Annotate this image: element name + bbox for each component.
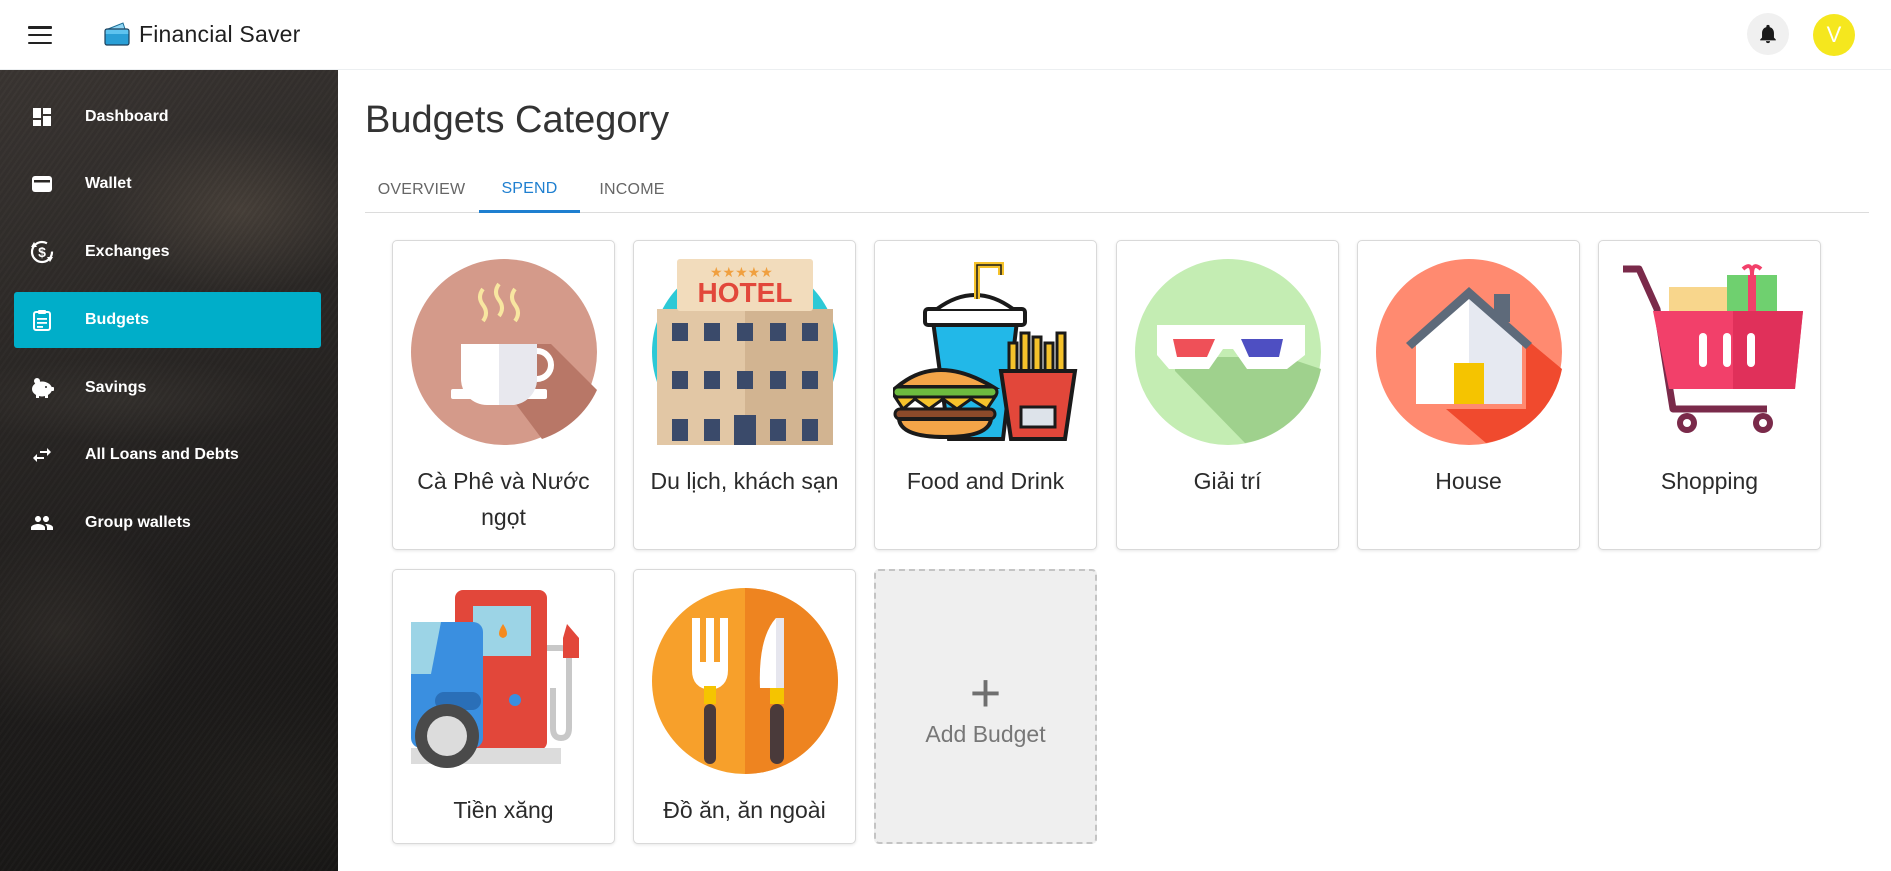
shopping-cart-icon [1623, 264, 1803, 433]
sidebar-item-label: Group wallets [85, 514, 191, 531]
sidebar: Dashboard Wallet $ Exchanges Budgets Sav… [0, 70, 338, 871]
piggy-bank-icon [28, 374, 56, 402]
tab-bar: OVERVIEW SPEND INCOME [365, 167, 1869, 213]
notifications-button[interactable] [1747, 13, 1789, 55]
category-card-gas[interactable]: Tiền xăng [392, 569, 615, 844]
wallet-logo-icon [104, 22, 130, 46]
transfer-arrows-icon [28, 441, 56, 469]
house-icon [1376, 259, 1562, 445]
svg-text:HOTEL: HOTEL [698, 277, 793, 308]
hotel-icon: HOTEL ★★★★★ [652, 259, 838, 445]
gas-station-icon [411, 590, 579, 768]
sidebar-item-group-wallets[interactable]: Group wallets [14, 495, 321, 551]
sidebar-item-label: Exchanges [85, 243, 170, 260]
add-budget-button[interactable]: + Add Budget [874, 569, 1097, 844]
sidebar-item-label: Dashboard [85, 108, 169, 125]
coffee-cup-icon [411, 259, 597, 445]
category-card-travel-hotel[interactable]: HOTEL ★★★★★ Du lịch, khách sạn [633, 240, 856, 550]
fork-knife-icon [652, 588, 838, 774]
app-root: Financial Saver V Dashboard Wallet $ Exc… [0, 0, 1891, 871]
category-card-food-drink[interactable]: Food and Drink [874, 240, 1097, 550]
category-card-coffee[interactable]: Cà Phê và Nước ngọt [392, 240, 615, 550]
user-avatar[interactable]: V [1813, 14, 1855, 56]
sidebar-item-exchanges[interactable]: $ Exchanges [14, 224, 321, 280]
sidebar-item-label: Wallet [85, 175, 132, 192]
tab-overview[interactable]: OVERVIEW [365, 167, 478, 213]
category-label: Cà Phê và Nước ngọt [417, 468, 590, 530]
category-label: Du lịch, khách sạn [650, 468, 839, 494]
category-card-house[interactable]: House [1357, 240, 1580, 550]
category-label: Đồ ăn, ăn ngoài [663, 797, 826, 823]
sidebar-item-label: Savings [85, 379, 147, 396]
hamburger-menu-icon[interactable] [26, 24, 54, 46]
tab-income[interactable]: INCOME [582, 167, 682, 213]
wallet-icon [28, 170, 56, 198]
category-label: Shopping [1660, 468, 1759, 494]
category-card-entertainment[interactable]: Giải trí [1116, 240, 1339, 550]
3d-glasses-icon [1135, 259, 1321, 445]
category-label: Tiền xăng [453, 797, 554, 823]
category-card-shopping[interactable]: Shopping [1598, 240, 1821, 550]
brand[interactable]: Financial Saver [103, 20, 301, 48]
sidebar-item-label: All Loans and Debts [85, 446, 239, 463]
sidebar-item-loans-debts[interactable]: All Loans and Debts [14, 427, 321, 483]
top-bar: Financial Saver V [0, 0, 1891, 70]
bell-icon [1760, 24, 1776, 44]
category-label: Food and Drink [906, 468, 1065, 494]
dashboard-icon [28, 103, 56, 131]
sidebar-item-savings[interactable]: Savings [14, 360, 321, 416]
fast-food-icon [893, 262, 1078, 441]
brand-name: Financial Saver [139, 20, 301, 47]
category-label: House [1435, 468, 1502, 494]
clipboard-icon [28, 306, 56, 334]
plus-icon: + [969, 663, 1002, 723]
sidebar-item-dashboard[interactable]: Dashboard [14, 89, 321, 145]
people-icon [28, 509, 56, 537]
sidebar-item-budgets[interactable]: Budgets [14, 292, 321, 348]
svg-text:$: $ [38, 244, 46, 260]
sidebar-item-wallet[interactable]: Wallet [14, 156, 321, 212]
page-title: Budgets Category [365, 99, 670, 141]
sidebar-item-label: Budgets [85, 311, 149, 328]
add-budget-label: Add Budget [925, 721, 1046, 747]
svg-text:★★★★★: ★★★★★ [710, 265, 773, 281]
category-card-eating-out[interactable]: Đồ ăn, ăn ngoài [633, 569, 856, 844]
category-label: Giải trí [1193, 468, 1262, 494]
exchange-icon: $ [28, 238, 56, 266]
tab-spend[interactable]: SPEND [479, 167, 580, 213]
